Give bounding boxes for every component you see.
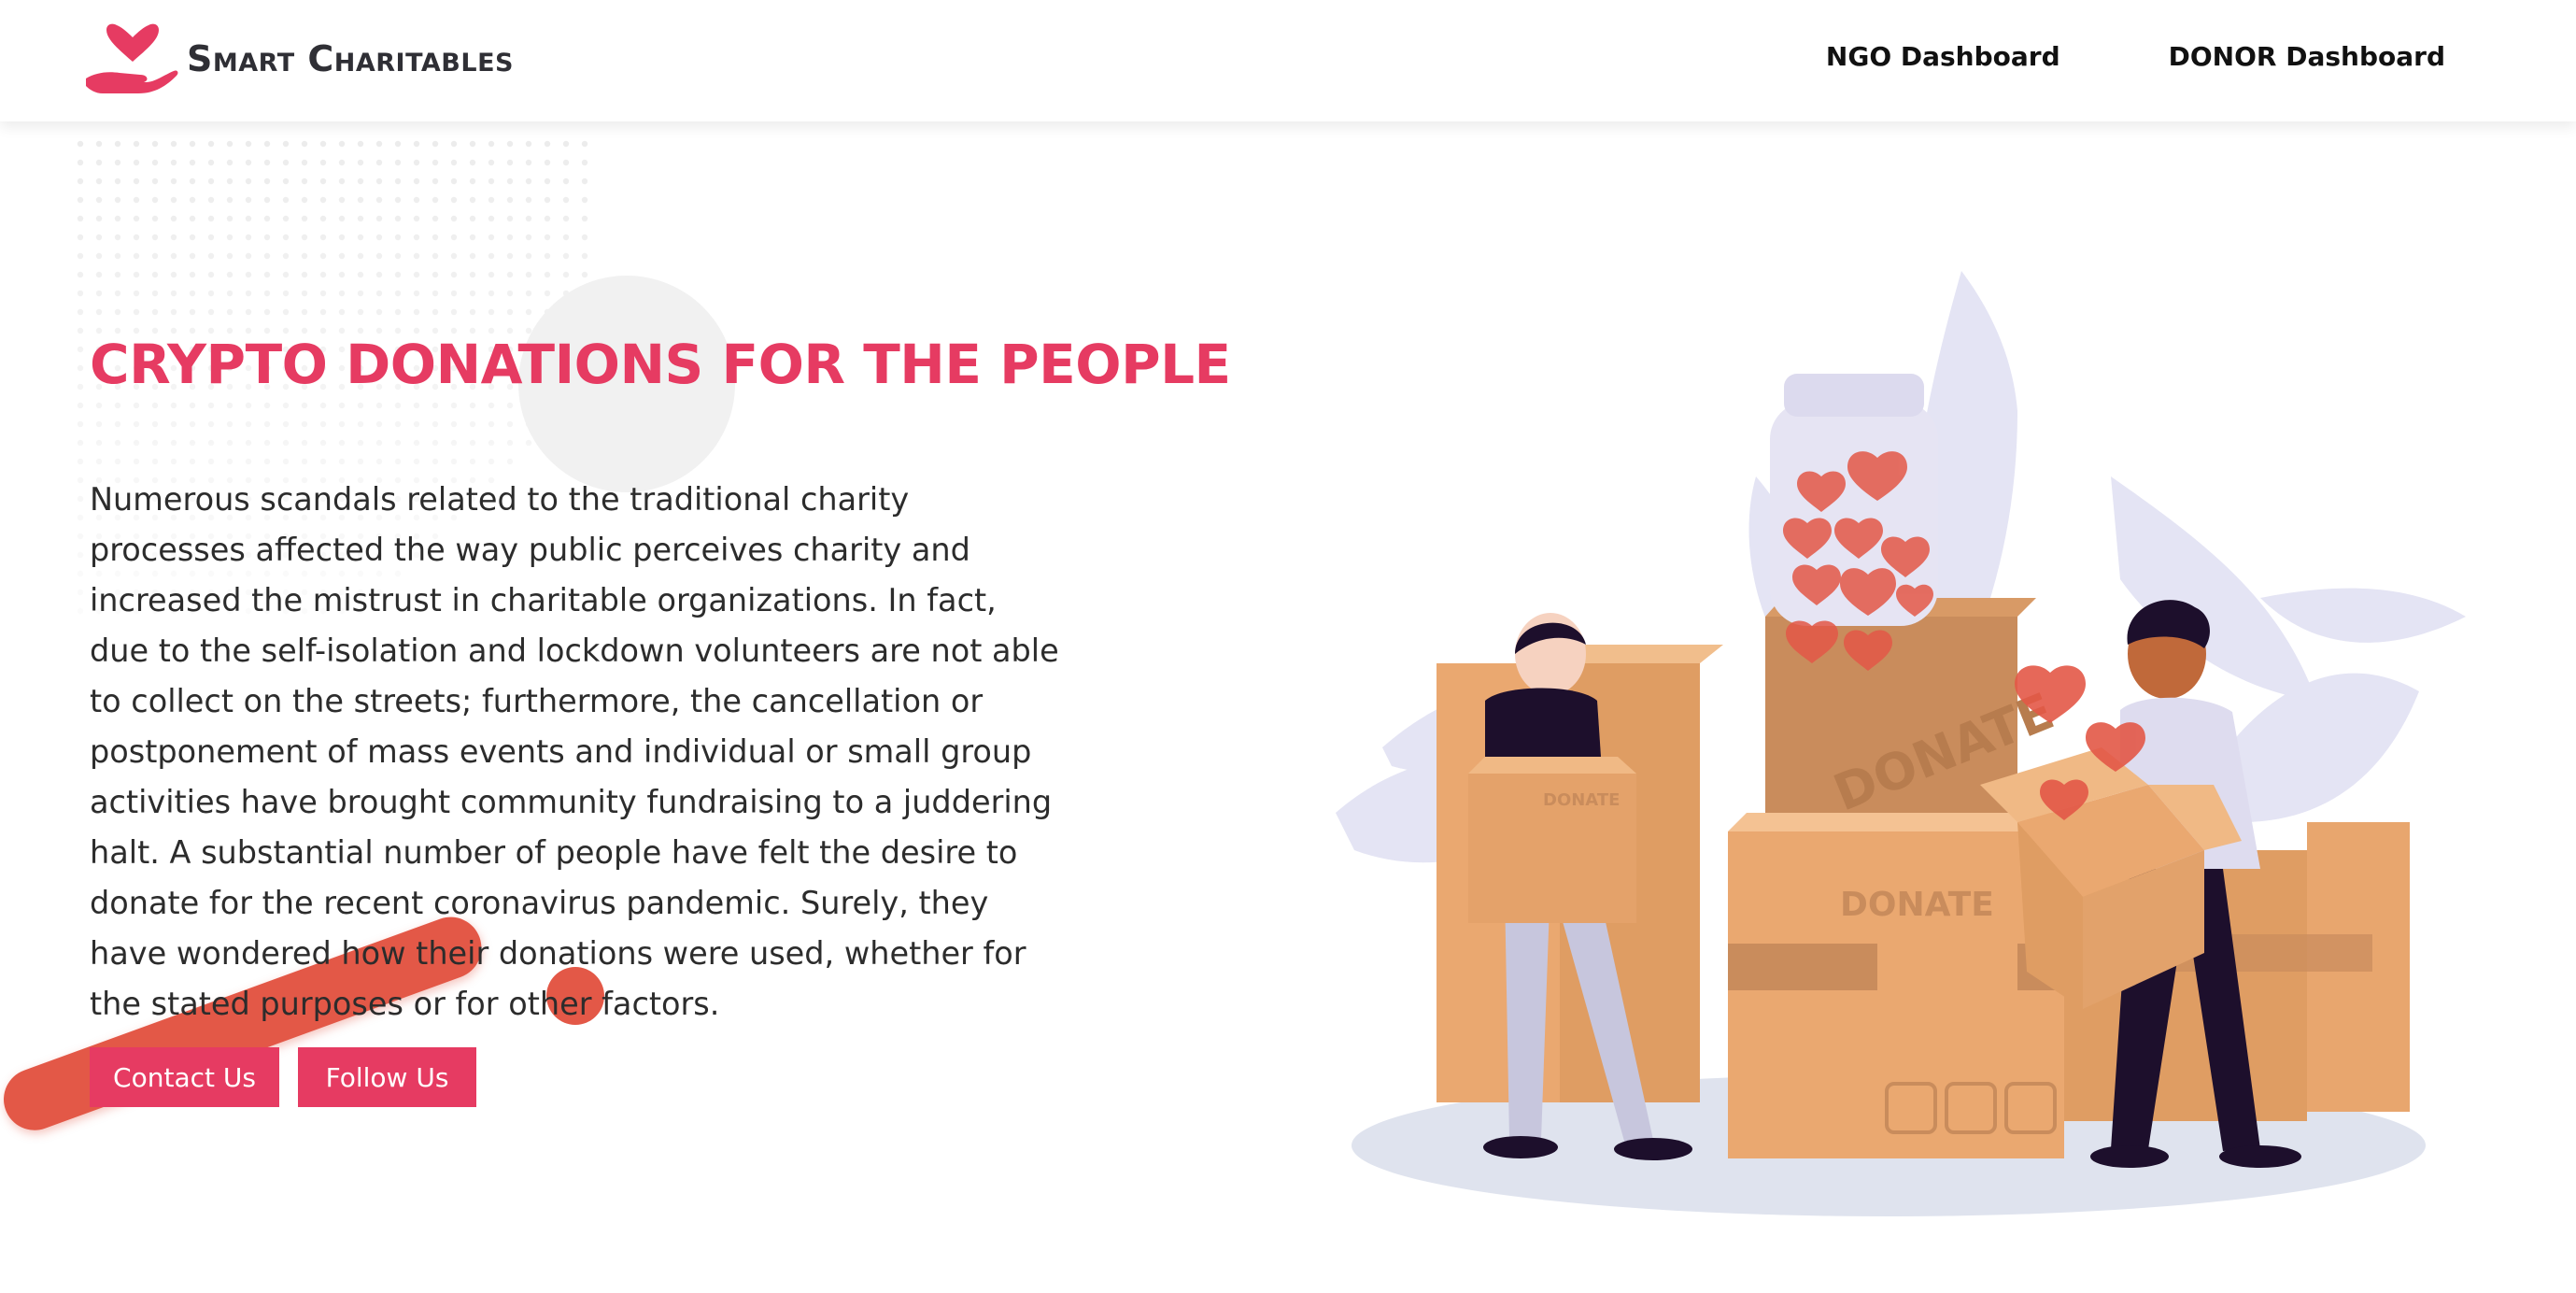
nav-donor-dashboard[interactable]: DONOR Dashboard bbox=[2169, 41, 2445, 72]
logo-heart-hand-icon bbox=[86, 23, 178, 93]
brand[interactable]: Smart Charitables bbox=[82, 21, 514, 97]
main-nav: NGO Dashboard DONOR Dashboard bbox=[1826, 41, 2445, 72]
svg-text:DONATE: DONATE bbox=[1840, 886, 1994, 924]
contact-us-button[interactable]: Contact Us bbox=[90, 1047, 279, 1107]
hero-description: Numerous scandals related to the traditi… bbox=[90, 481, 1059, 1022]
donation-illustration: DONATE DONATE DONATE bbox=[1336, 271, 2466, 1216]
brand-name: Smart Charitables bbox=[187, 38, 514, 79]
hero-title: CRYPTO DONATIONS FOR THE PEOPLE bbox=[90, 333, 1231, 396]
svg-text:DONATE: DONATE bbox=[1543, 790, 1620, 810]
top-navbar: Smart Charitables NGO Dashboard DONOR Da… bbox=[0, 0, 2576, 121]
nav-ngo-dashboard[interactable]: NGO Dashboard bbox=[1826, 41, 2060, 72]
hero-section: CRYPTO DONATIONS FOR THE PEOPLE Numerous… bbox=[0, 121, 2576, 1293]
follow-us-button[interactable]: Follow Us bbox=[298, 1047, 476, 1107]
